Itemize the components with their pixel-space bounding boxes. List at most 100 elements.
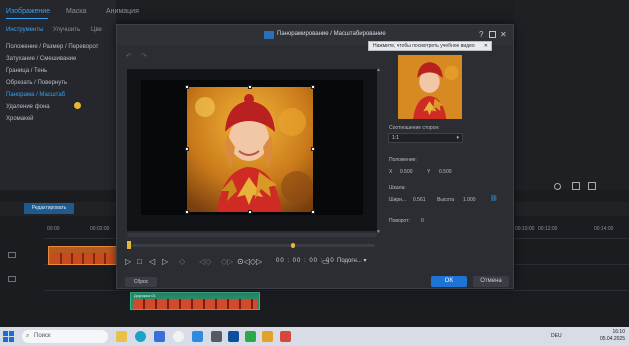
tab-mask[interactable]: Маска	[66, 8, 86, 15]
audio-clip[interactable]: Дорожка 01	[130, 292, 260, 310]
scale-label: Шкала:	[389, 185, 406, 191]
item-position-size[interactable]: Положение / Размер / Переворот	[6, 44, 98, 50]
height-label: Высота	[437, 197, 455, 203]
item-border-shadow[interactable]: Граница / Тень	[6, 68, 47, 74]
undo-icon[interactable]: ↶	[126, 52, 132, 60]
clock[interactable]: 16:10 05.04.2025	[600, 329, 625, 343]
prev-frame-icon[interactable]: ◁	[149, 257, 155, 267]
question-icon[interactable]: ?	[479, 30, 483, 39]
rotation-value[interactable]: 0	[421, 218, 424, 224]
search-icon: ⌕	[26, 333, 30, 339]
cancel-button[interactable]: Отмена	[473, 276, 509, 287]
file-explorer-icon[interactable]	[116, 331, 127, 342]
redo-icon[interactable]: ↷	[141, 52, 147, 60]
maximize-icon[interactable]	[489, 31, 496, 38]
pan-zoom-dialog: Панорамирование / Масштабирование ? ✕ На…	[116, 24, 514, 289]
y-label: Y	[427, 169, 431, 175]
position-label: Положение:	[389, 157, 417, 163]
crop-handle[interactable]	[311, 147, 315, 151]
aspect-label: Соотношение сторон:	[389, 125, 440, 131]
track-eye-icon[interactable]	[8, 252, 16, 258]
windows-start-icon[interactable]	[3, 331, 14, 342]
search-placeholder: Поиск	[34, 333, 51, 339]
height-value[interactable]: 1.000	[463, 197, 476, 203]
track-eye-icon[interactable]	[8, 276, 16, 282]
item-pan-zoom[interactable]: Панорама / Масштаб	[6, 92, 65, 98]
edge-icon[interactable]	[135, 331, 146, 342]
clock-date: 05.04.2025	[599, 336, 625, 342]
tab-animation[interactable]: Анимация	[106, 8, 139, 15]
seek-bar[interactable]	[127, 244, 375, 247]
time-mark: 00:12:00	[538, 226, 558, 232]
app-window: Изображение Маска Анимация Инструменты У…	[0, 0, 629, 346]
clock-time: 16:10	[612, 329, 625, 335]
item-remove-bg[interactable]: Удаление фона	[6, 104, 50, 110]
link-icon[interactable]: ⛓	[490, 195, 498, 202]
play-icon[interactable]: ▷	[125, 257, 131, 267]
app-icon[interactable]	[211, 331, 222, 342]
tab-image[interactable]: Изображение	[6, 8, 50, 15]
keyframe-nav-icon[interactable]: ⊙◁◇▷	[237, 257, 262, 267]
subtab-tools[interactable]: Инструменты	[6, 27, 43, 33]
video-editor-icon[interactable]	[228, 331, 239, 342]
properties-panel: Изображение Маска Анимация Инструменты У…	[0, 0, 139, 190]
girl-photo	[187, 87, 313, 212]
crop-handle[interactable]	[185, 85, 189, 89]
crop-handle[interactable]	[311, 85, 315, 89]
keyframe-marker[interactable]	[127, 241, 131, 249]
scroll-up-icon[interactable]: ▲	[376, 67, 381, 73]
language-indicator[interactable]: DEU	[551, 333, 562, 339]
crop-handle[interactable]	[248, 210, 252, 214]
preview-thumbnail	[398, 55, 462, 119]
crop-handle[interactable]	[185, 210, 189, 214]
x-label: X	[389, 169, 393, 175]
fit-dropdown[interactable]: Подогн... ▾	[337, 257, 367, 264]
app-icon	[264, 31, 274, 39]
width-label: Шири...	[389, 197, 407, 203]
time-mark: 00:00	[47, 226, 60, 232]
yandex-icon[interactable]	[173, 331, 184, 342]
right-panel	[514, 0, 629, 190]
fullscreen-icon[interactable]	[572, 182, 580, 190]
crop-handle[interactable]	[185, 147, 189, 151]
horizontal-scrollbar[interactable]	[127, 233, 377, 237]
tutorial-tooltip: Нажмите, чтобы посмотреть учебное видео …	[368, 41, 492, 51]
orange-app-icon[interactable]	[262, 331, 273, 342]
width-value[interactable]: 0.561	[413, 197, 426, 203]
time-mark: 00:14:00	[594, 226, 614, 232]
prev-keyframe-icon[interactable]: ◁◇	[199, 257, 211, 267]
item-fade-blend[interactable]: Затухание / Смешивание	[6, 56, 76, 62]
x-value[interactable]: 0.500	[400, 169, 413, 175]
active-tab-underline	[6, 18, 48, 19]
crop-frame[interactable]	[187, 87, 313, 212]
edit-button[interactable]: Редактировать	[24, 203, 74, 214]
y-value[interactable]: 0.500	[439, 169, 452, 175]
stop-icon[interactable]: □	[137, 257, 142, 267]
photo-clip[interactable]	[48, 246, 118, 265]
ok-button[interactable]: OK	[431, 276, 467, 287]
taskbar-search[interactable]: ⌕ Поиск	[22, 330, 108, 343]
subtab-enhance[interactable]: Улучшить	[53, 27, 80, 33]
record-icon[interactable]	[554, 183, 561, 190]
screenshot-icon[interactable]	[588, 182, 596, 190]
fit-icon[interactable]: ▭	[322, 257, 330, 267]
telegram-icon[interactable]	[192, 331, 203, 342]
close-icon[interactable]: ✕	[500, 30, 507, 39]
red-app-icon[interactable]	[280, 331, 291, 342]
item-chroma-key[interactable]: Хромакей	[6, 116, 34, 122]
crop-handle[interactable]	[248, 85, 252, 89]
fit-label: Подогн...	[337, 258, 362, 264]
vertical-scrollbar[interactable]: ▲ ▼	[376, 67, 381, 239]
green-app-icon[interactable]	[245, 331, 256, 342]
next-frame-icon[interactable]: ▷	[162, 257, 168, 267]
next-keyframe-icon[interactable]: ◇▷	[221, 257, 233, 267]
store-icon[interactable]	[154, 331, 165, 342]
aspect-select[interactable]: 1:1 ▾	[388, 133, 463, 143]
subtab-color[interactable]: Цве	[91, 27, 102, 33]
reset-button[interactable]: Сброс	[125, 277, 157, 287]
add-keyframe-icon[interactable]: ◇	[179, 257, 185, 267]
tooltip-close-icon[interactable]: ✕	[484, 42, 488, 50]
crop-handle[interactable]	[311, 210, 315, 214]
keyframe-marker[interactable]	[291, 243, 295, 248]
item-crop-rotate[interactable]: Обрезать / Повернуть	[6, 80, 67, 86]
